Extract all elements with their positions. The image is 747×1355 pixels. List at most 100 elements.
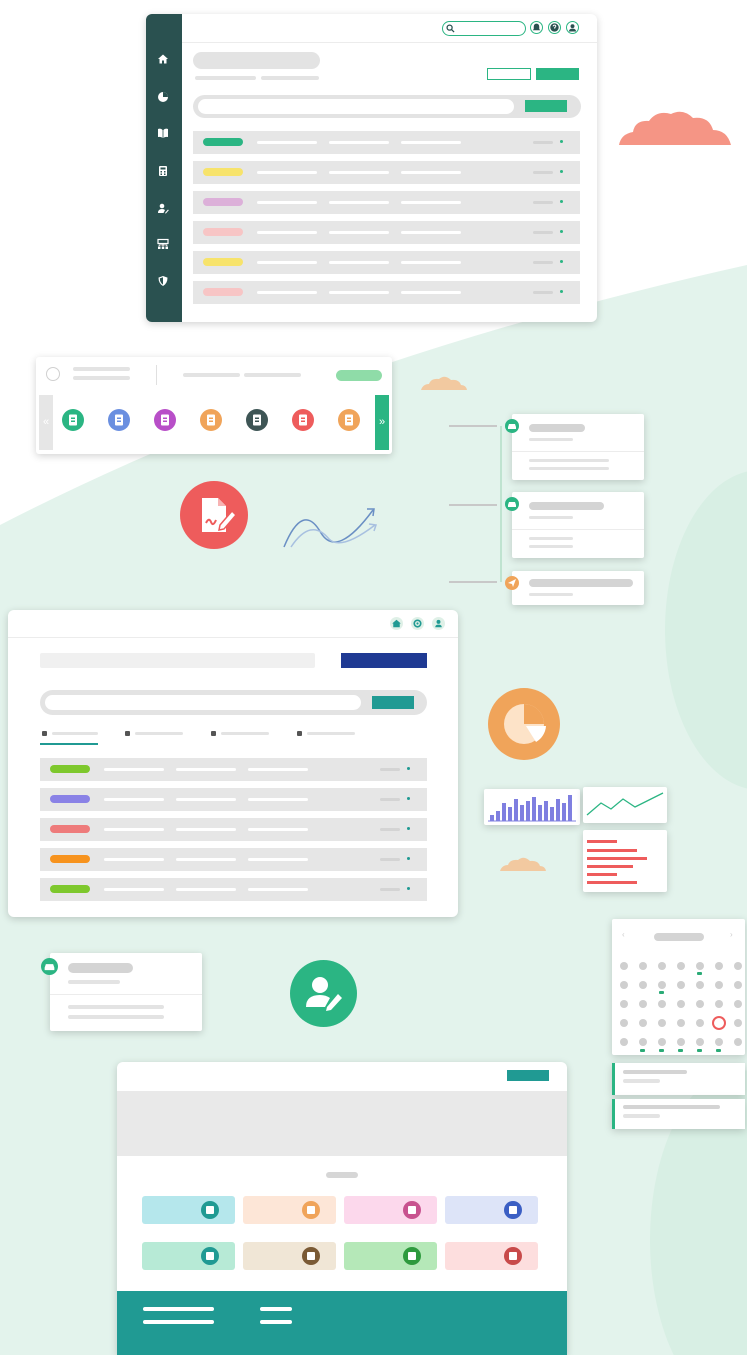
- table-row[interactable]: [193, 281, 580, 304]
- calendar-day[interactable]: [639, 1038, 647, 1046]
- calendar-day[interactable]: [620, 981, 628, 989]
- table-row[interactable]: [40, 878, 427, 901]
- table-row[interactable]: [193, 191, 580, 214]
- calendar-day-selected[interactable]: [712, 1016, 726, 1030]
- calendar-day[interactable]: [734, 981, 742, 989]
- calendar-day[interactable]: [696, 1038, 704, 1046]
- calendar-day[interactable]: [677, 981, 685, 989]
- calendar-day[interactable]: [639, 962, 647, 970]
- footer-link[interactable]: [260, 1307, 292, 1311]
- prev-month-arrow[interactable]: ‹: [622, 931, 625, 939]
- user-icon[interactable]: [566, 21, 579, 34]
- pie-chart-tile[interactable]: [243, 1242, 336, 1270]
- prev-arrow[interactable]: «: [39, 395, 53, 450]
- grid-tile[interactable]: [243, 1196, 336, 1224]
- table-row[interactable]: [40, 788, 427, 811]
- calendar-day[interactable]: [620, 962, 628, 970]
- filter-input[interactable]: [45, 695, 361, 710]
- document-icon[interactable]: [246, 409, 268, 431]
- document-icon[interactable]: [154, 409, 176, 431]
- event-card[interactable]: [612, 1099, 745, 1129]
- calendar-day[interactable]: [658, 981, 666, 989]
- calendar-day[interactable]: [715, 981, 723, 989]
- calculator-icon[interactable]: [157, 165, 169, 177]
- document-icon[interactable]: [338, 409, 360, 431]
- support-tile[interactable]: [344, 1242, 437, 1270]
- org-chart-icon[interactable]: [157, 238, 169, 250]
- user-check-icon[interactable]: [62, 409, 84, 431]
- primary-button[interactable]: [341, 653, 427, 668]
- help-icon[interactable]: [548, 21, 561, 34]
- calendar-day[interactable]: [696, 1000, 704, 1008]
- tab-4[interactable]: [297, 730, 377, 740]
- document-icon[interactable]: [108, 409, 130, 431]
- calendar-day[interactable]: [677, 1038, 685, 1046]
- chevron-down-icon[interactable]: [560, 140, 563, 143]
- calendar-day[interactable]: [696, 981, 704, 989]
- calendar-day[interactable]: [639, 1000, 647, 1008]
- calendar-day[interactable]: [734, 1038, 742, 1046]
- calendar-day[interactable]: [734, 1019, 742, 1027]
- table-row[interactable]: [40, 848, 427, 871]
- book-icon[interactable]: [157, 127, 169, 139]
- settings-icon[interactable]: [411, 617, 424, 630]
- calendar-day[interactable]: [658, 1000, 666, 1008]
- table-row[interactable]: [40, 758, 427, 781]
- calendar-day[interactable]: [715, 1038, 723, 1046]
- tab-2[interactable]: [125, 730, 205, 740]
- calculator-tile[interactable]: [445, 1242, 538, 1270]
- calendar-day[interactable]: [734, 1000, 742, 1008]
- calendar-day[interactable]: [715, 962, 723, 970]
- filter-button[interactable]: [372, 696, 414, 709]
- table-row[interactable]: [40, 818, 427, 841]
- calendar-day[interactable]: [677, 962, 685, 970]
- calendar-day[interactable]: [620, 1019, 628, 1027]
- chevron-down-icon[interactable]: [560, 260, 563, 263]
- next-month-arrow[interactable]: ›: [730, 931, 733, 939]
- footer-link[interactable]: [143, 1307, 214, 1311]
- calendar-day[interactable]: [639, 1019, 647, 1027]
- calendar-day[interactable]: [677, 1000, 685, 1008]
- chevron-down-icon[interactable]: [560, 170, 563, 173]
- building-tile[interactable]: [344, 1196, 437, 1224]
- login-button[interactable]: [507, 1070, 549, 1081]
- calendar-day[interactable]: [620, 1038, 628, 1046]
- document-edit-icon[interactable]: [292, 409, 314, 431]
- primary-button[interactable]: [536, 68, 579, 80]
- chevron-down-icon[interactable]: [560, 230, 563, 233]
- next-arrow[interactable]: »: [375, 395, 389, 450]
- chevron-down-icon[interactable]: [407, 827, 410, 830]
- calendar-day[interactable]: [658, 1038, 666, 1046]
- calendar-day[interactable]: [639, 981, 647, 989]
- calendar-day[interactable]: [677, 1019, 685, 1027]
- bell-icon[interactable]: [530, 21, 543, 34]
- table-row[interactable]: [193, 221, 580, 244]
- chevron-down-icon[interactable]: [407, 767, 410, 770]
- home-icon[interactable]: [390, 617, 403, 630]
- chevron-down-icon[interactable]: [560, 290, 563, 293]
- table-row[interactable]: [193, 251, 580, 274]
- table-row[interactable]: [193, 161, 580, 184]
- table-row[interactable]: [193, 131, 580, 154]
- user-hand-icon[interactable]: [200, 409, 222, 431]
- event-card[interactable]: [612, 1063, 745, 1095]
- pie-chart-icon[interactable]: [157, 91, 169, 103]
- footer-link[interactable]: [143, 1320, 214, 1324]
- filter-input[interactable]: [198, 99, 514, 114]
- tab-3[interactable]: [211, 730, 291, 740]
- home-icon[interactable]: [157, 53, 169, 65]
- calendar-day[interactable]: [696, 962, 704, 970]
- filter-button[interactable]: [525, 100, 567, 112]
- person-tile[interactable]: [445, 1196, 538, 1224]
- calendar-day[interactable]: [658, 962, 666, 970]
- shield-icon[interactable]: [157, 275, 169, 287]
- calendar-day[interactable]: [734, 962, 742, 970]
- user-edit-icon[interactable]: [157, 202, 169, 214]
- chevron-down-icon[interactable]: [407, 857, 410, 860]
- search-input[interactable]: [442, 21, 526, 36]
- user-icon[interactable]: [432, 617, 445, 630]
- tab-1[interactable]: [42, 730, 122, 740]
- calendar-day[interactable]: [696, 1019, 704, 1027]
- library-tile[interactable]: [142, 1196, 235, 1224]
- calendar-day[interactable]: [715, 1000, 723, 1008]
